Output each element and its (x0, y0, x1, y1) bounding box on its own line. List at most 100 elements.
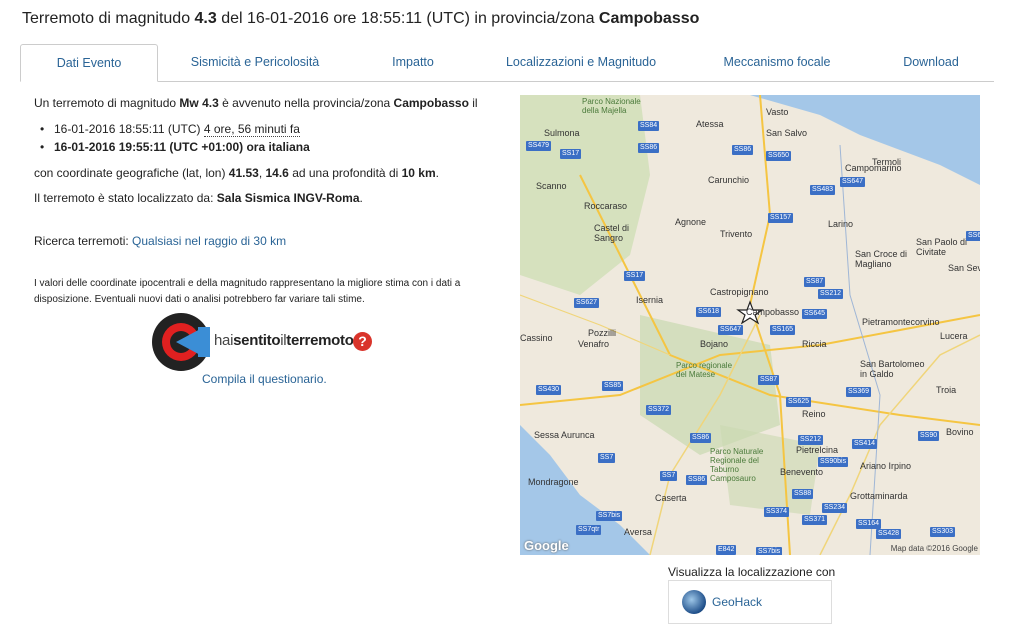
road-shield: SS652 (966, 231, 980, 241)
road-shield: SS157 (768, 213, 794, 223)
hai-sentito-logo[interactable]: haisentitoilterremoto ? (152, 313, 378, 373)
road-shield: SS428 (876, 529, 902, 539)
map-place: Pozzilli (588, 328, 617, 338)
road-shield: SS479 (526, 141, 552, 151)
map-place: Agnone (675, 217, 707, 227)
page-title: Terremoto di magnitudo 4.3 del 16-01-201… (22, 10, 700, 27)
geohack-caption: Visualizza la localizzazione con (668, 565, 836, 579)
map-place: Riccia (802, 339, 827, 349)
road-shield: SS7bis (596, 511, 623, 521)
map-place: Venafro (578, 339, 610, 349)
map-place: Reino (802, 409, 826, 419)
map-place: Roccaraso (584, 201, 628, 211)
tab-localizzazioni[interactable]: Localizzazioni e Magnitudo (476, 44, 686, 80)
tab-bar: Dati Evento Sismicità e Pericolosità Imp… (20, 44, 994, 82)
hse-wordmark: haisentitoilterremoto (214, 332, 354, 349)
road-shield: E842 (716, 545, 737, 555)
map-place: Parco Nazionale della Majella (582, 97, 641, 115)
road-shield: SS165 (770, 325, 796, 335)
list-item: 16-01-2016 18:55:11 (UTC) 4 ore, 56 minu… (40, 122, 310, 137)
map-place: Cassino (520, 333, 553, 343)
road-shield: SS374 (764, 507, 790, 517)
road-shield: SS87 (758, 375, 780, 385)
road-shield: SS234 (822, 503, 848, 513)
map-place: Scanno (536, 181, 567, 191)
road-shield: SS90 (918, 431, 940, 441)
geohack-label: GeoHack (712, 595, 763, 609)
map-place: Sessa Aurunca (534, 430, 595, 440)
event-map[interactable]: Vasto Termoli Atessa San Salvo Sulmona C… (520, 95, 980, 555)
map-place: Troia (936, 385, 957, 395)
tab-impatto[interactable]: Impatto (350, 44, 476, 80)
map-place: Campobasso (746, 307, 800, 317)
road-shield: SS164 (856, 519, 882, 529)
road-shield: SS88 (792, 489, 814, 499)
search-radius-link[interactable]: Qualsiasi nel raggio di 30 km (132, 234, 286, 248)
road-shield: SS625 (786, 397, 812, 407)
map-place: Atessa (696, 119, 724, 129)
map-place: Castropignano (710, 287, 769, 297)
road-shield: SS645 (802, 309, 828, 319)
map-place: Benevento (780, 467, 824, 477)
road-shield: SS84 (638, 121, 660, 131)
map-place: Grottaminarda (850, 491, 908, 501)
located-by-text: Il terremoto è stato localizzato da: Sal… (34, 191, 363, 205)
geohack-button[interactable]: GeoHack (668, 580, 832, 624)
map-place: Caserta (655, 493, 687, 503)
question-icon: ? (353, 332, 372, 351)
event-times: 16-01-2016 18:55:11 (UTC) 4 ore, 56 minu… (40, 122, 310, 158)
globe-icon (682, 590, 706, 614)
map-place: Parco regionale del Matese (676, 361, 733, 379)
road-shield: SS85 (602, 381, 624, 391)
road-shield: SS650 (766, 151, 792, 161)
map-place: Castel di Sangro (594, 223, 630, 243)
map-place: Vasto (766, 107, 789, 117)
road-shield: SS618 (696, 307, 722, 317)
road-shield: SS369 (846, 387, 872, 397)
road-shield: SS86 (638, 143, 660, 153)
map-place: San Sev (948, 263, 980, 273)
map-place: San Croce di Magliano (855, 249, 908, 269)
map-place: Pietrelcina (796, 445, 839, 455)
tab-download[interactable]: Download (868, 44, 994, 80)
map-place: San Bartolomeo in Galdo (860, 359, 925, 379)
megaphone-icon-body (198, 327, 210, 357)
search-earthquakes: Ricerca terremoti: Qualsiasi nel raggio … (34, 234, 287, 248)
road-shield: SS86 (690, 433, 712, 443)
road-shield: SS430 (536, 385, 562, 395)
road-shield: SS627 (574, 298, 600, 308)
road-shield: SS212 (798, 435, 824, 445)
map-place: Bojano (700, 339, 729, 349)
road-shield: SS212 (818, 289, 844, 299)
road-shield: SS7bis (756, 547, 783, 555)
road-shield: SS7 (598, 453, 616, 463)
road-shield: SS86 (732, 145, 754, 155)
road-shield: SS86 (686, 475, 708, 485)
disclaimer-text: I valori delle coordinate ipocentrali e … (34, 278, 461, 305)
map-place: Lucera (940, 331, 968, 341)
questionnaire-link[interactable]: Compila il questionario. (202, 372, 327, 386)
road-shield: SS17 (560, 149, 582, 159)
map-place: Campomarino (845, 163, 902, 173)
tab-sismicita[interactable]: Sismicità e Pericolosità (160, 44, 350, 80)
map-place: Trivento (720, 229, 753, 239)
event-summary: Un terremoto di magnitudo Mw 4.3 è avven… (34, 96, 478, 110)
map-place: San Salvo (766, 128, 808, 138)
map-place: Isernia (636, 295, 664, 305)
road-shield: SS647 (718, 325, 744, 335)
road-shield: SS17 (624, 271, 646, 281)
tab-dati-evento[interactable]: Dati Evento (20, 44, 158, 82)
google-logo: Google (524, 538, 569, 553)
map-place: Bovino (946, 427, 974, 437)
road-shield: SS87 (804, 277, 826, 287)
road-shield: SS371 (802, 515, 828, 525)
tab-meccanismo-focale[interactable]: Meccanismo focale (686, 44, 868, 80)
map-place: Parco Naturale Regionale del Taburno Cam… (710, 447, 764, 483)
road-shield: SS7qtr (576, 525, 602, 535)
road-shield: SS483 (810, 185, 836, 195)
road-shield: SS372 (646, 405, 672, 415)
road-shield: SS647 (840, 177, 866, 187)
coordinates-text: con coordinate geografiche (lat, lon) 41… (34, 166, 439, 180)
road-shield: SS414 (852, 439, 878, 449)
map-place: Mondragone (528, 477, 579, 487)
